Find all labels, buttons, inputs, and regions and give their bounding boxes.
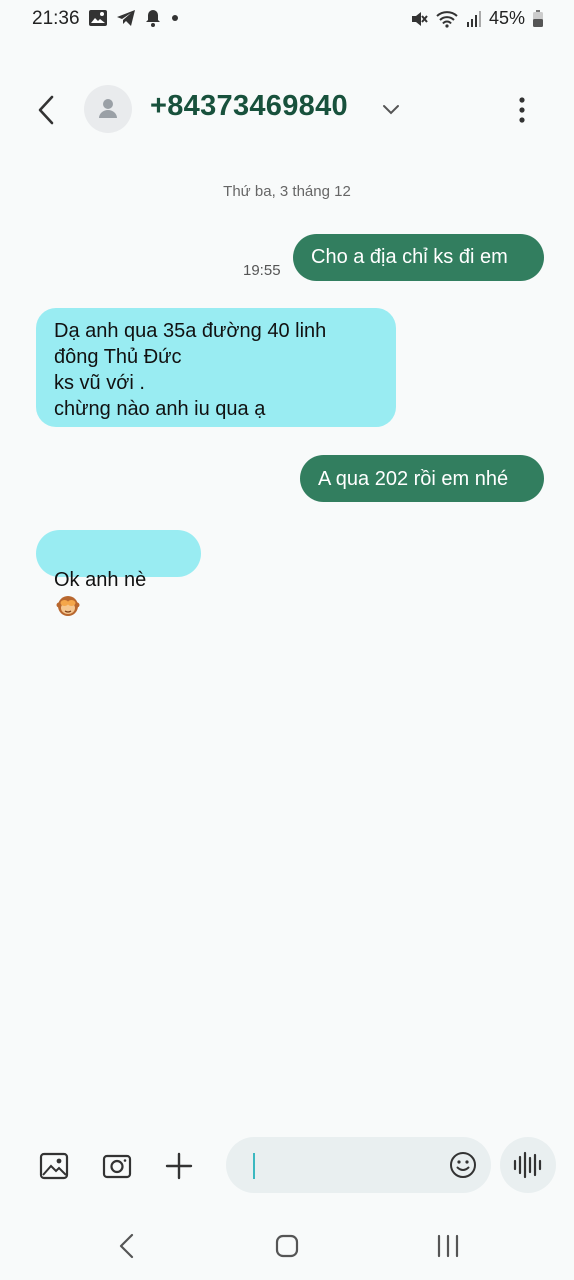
incoming-message-bubble[interactable]: Ok anh nè xyxy=(36,530,201,616)
wifi-icon xyxy=(436,10,458,28)
bell-icon xyxy=(146,10,160,27)
message-input[interactable] xyxy=(226,1137,491,1193)
date-divider: Thứ ba, 3 tháng 12 xyxy=(223,183,351,200)
telegram-icon xyxy=(117,10,135,26)
emoji-icon[interactable] xyxy=(448,1150,478,1180)
conversation-header: +84373469840 xyxy=(0,70,574,150)
outgoing-message-bubble[interactable]: Cho a địa chỉ ks đi em xyxy=(293,234,544,281)
gallery-notification-icon xyxy=(89,10,107,26)
see-no-evil-monkey-icon xyxy=(56,596,80,616)
incoming-message-bubble[interactable]: Dạ anh qua 35a đường 40 linh đông Thủ Đứ… xyxy=(36,308,396,427)
nav-back-icon[interactable] xyxy=(115,1232,139,1260)
signal-icon xyxy=(466,10,481,27)
battery-icon xyxy=(533,9,543,27)
person-icon xyxy=(99,99,117,118)
contact-avatar[interactable] xyxy=(84,85,132,133)
gallery-icon[interactable] xyxy=(37,1149,71,1183)
status-time: 21:36 xyxy=(32,8,80,29)
add-icon[interactable] xyxy=(162,1149,196,1183)
message-timestamp: 19:55 xyxy=(243,262,281,279)
chevron-down-icon[interactable] xyxy=(380,98,402,120)
voice-wave-icon xyxy=(513,1151,542,1179)
notification-icons xyxy=(88,9,180,27)
message-text: Ok anh nè xyxy=(54,569,147,591)
camera-icon[interactable] xyxy=(100,1149,134,1183)
voice-record-button[interactable] xyxy=(500,1137,556,1193)
battery-percentage: 45% xyxy=(488,8,525,28)
nav-recents-icon[interactable] xyxy=(435,1234,461,1258)
dot-icon xyxy=(172,15,178,21)
back-arrow-icon[interactable] xyxy=(30,92,64,128)
message-composer xyxy=(0,1135,574,1199)
mute-icon xyxy=(411,11,428,26)
system-icons: 45% xyxy=(410,8,544,29)
nav-home-icon[interactable] xyxy=(275,1234,299,1258)
system-navigation-bar xyxy=(0,1222,574,1272)
text-cursor xyxy=(253,1153,255,1179)
more-options-icon[interactable] xyxy=(510,92,534,128)
outgoing-message-bubble[interactable]: A qua 202 rồi em nhé xyxy=(300,455,544,502)
status-bar: 21:36 45% xyxy=(0,0,574,38)
contact-name[interactable]: +84373469840 xyxy=(150,90,348,123)
